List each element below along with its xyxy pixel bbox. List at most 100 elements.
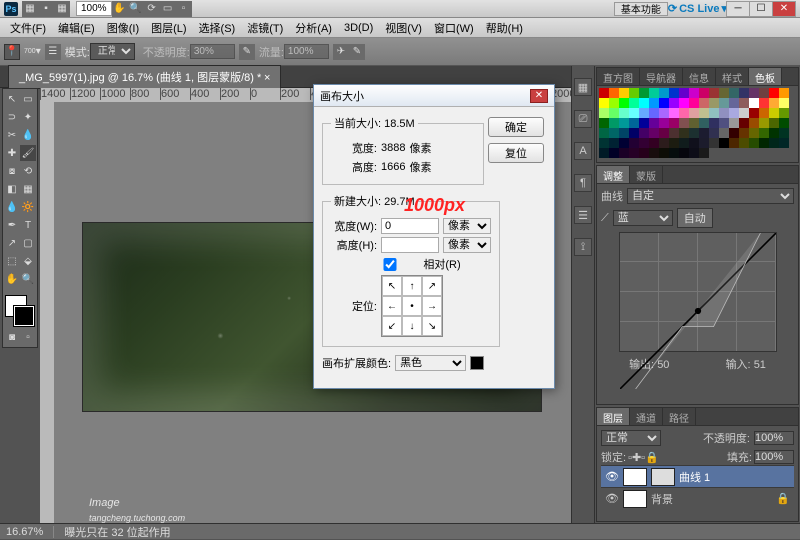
swatch[interactable] xyxy=(699,108,709,118)
swatch[interactable] xyxy=(779,108,789,118)
swatch[interactable] xyxy=(689,148,699,158)
swatch[interactable] xyxy=(639,108,649,118)
hand-icon[interactable]: ✋ xyxy=(112,1,128,17)
airbrush-icon[interactable]: ✈ xyxy=(333,44,349,60)
swatch[interactable] xyxy=(779,138,789,148)
heal-tool[interactable]: ✚ xyxy=(4,145,20,161)
swatch[interactable] xyxy=(689,118,699,128)
swatch[interactable] xyxy=(639,98,649,108)
swatch[interactable] xyxy=(749,118,759,128)
swatch[interactable] xyxy=(739,128,749,138)
swatch[interactable] xyxy=(609,138,619,148)
swatch[interactable] xyxy=(719,88,729,98)
layer-fill[interactable] xyxy=(754,450,794,464)
tab-3[interactable]: 样式 xyxy=(716,68,749,85)
pressure-size-icon[interactable]: ✎ xyxy=(349,44,365,60)
menu-image[interactable]: 图像(I) xyxy=(101,20,145,36)
swatch[interactable] xyxy=(599,88,609,98)
swatch[interactable] xyxy=(729,88,739,98)
swatch[interactable] xyxy=(749,128,759,138)
width-unit[interactable]: 像素 xyxy=(443,218,491,234)
cslive-button[interactable]: ⟳ CS Live ▾ xyxy=(668,2,727,15)
height-unit[interactable]: 像素 xyxy=(443,237,491,253)
swatch[interactable] xyxy=(729,138,739,148)
swatch[interactable] xyxy=(749,108,759,118)
swatch[interactable] xyxy=(649,128,659,138)
swatch[interactable] xyxy=(739,138,749,148)
swatch[interactable] xyxy=(689,108,699,118)
swatch[interactable] xyxy=(639,148,649,158)
swatch[interactable] xyxy=(599,108,609,118)
swatch[interactable] xyxy=(629,108,639,118)
swatch[interactable] xyxy=(609,148,619,158)
swatch[interactable] xyxy=(749,138,759,148)
swatch[interactable] xyxy=(599,98,609,108)
opacity-input[interactable] xyxy=(190,44,235,59)
3d-camera-tool[interactable]: ⬙ xyxy=(20,253,36,269)
layer-name[interactable]: 背景 xyxy=(651,491,673,507)
swatch[interactable] xyxy=(629,88,639,98)
swatch[interactable] xyxy=(619,98,629,108)
swatch[interactable] xyxy=(629,148,639,158)
tab-0[interactable]: 直方图 xyxy=(597,68,640,85)
swatch[interactable] xyxy=(679,138,689,148)
ext-color-swatch[interactable] xyxy=(470,356,484,370)
mask-thumb[interactable] xyxy=(651,468,675,486)
swatch[interactable] xyxy=(609,108,619,118)
swatch[interactable] xyxy=(669,118,679,128)
brush-tool[interactable]: 🖌 xyxy=(20,145,36,161)
swatch[interactable] xyxy=(749,88,759,98)
history-panel-icon[interactable]: ▦ xyxy=(574,78,592,96)
shape-tool[interactable]: ▢ xyxy=(20,235,36,251)
swatch[interactable] xyxy=(739,88,749,98)
swatch[interactable] xyxy=(759,98,769,108)
screen-icon[interactable]: ▫ xyxy=(176,1,192,17)
swatch[interactable] xyxy=(679,108,689,118)
3d-tool[interactable]: ⬚ xyxy=(4,253,20,269)
anchor-grid[interactable]: ↖↑↗←•→↙↓↘ xyxy=(381,275,443,337)
swatch[interactable] xyxy=(729,128,739,138)
tab-close-icon[interactable]: × xyxy=(264,72,270,84)
maximize-button[interactable]: ☐ xyxy=(749,1,773,17)
swatch[interactable] xyxy=(649,88,659,98)
visibility-icon[interactable]: 👁 xyxy=(605,492,619,506)
swatch[interactable] xyxy=(709,128,719,138)
curves-graph[interactable] xyxy=(619,232,777,352)
swatch[interactable] xyxy=(599,128,609,138)
swatch[interactable] xyxy=(659,88,669,98)
layer-name[interactable]: 曲线 1 xyxy=(679,469,710,485)
menu-edit[interactable]: 编辑(E) xyxy=(52,20,101,36)
swatch[interactable] xyxy=(699,88,709,98)
swatch[interactable] xyxy=(639,118,649,128)
ok-button[interactable]: 确定 xyxy=(488,117,544,137)
swatch[interactable] xyxy=(729,98,739,108)
swatch[interactable] xyxy=(769,108,779,118)
menu-select[interactable]: 选择(S) xyxy=(193,20,242,36)
tab-4[interactable]: 色板 xyxy=(749,68,782,85)
swatch[interactable] xyxy=(699,128,709,138)
marquee-tool[interactable]: ▭ xyxy=(20,91,36,107)
dodge-tool[interactable]: 🔆 xyxy=(20,199,36,215)
menu-window[interactable]: 窗口(W) xyxy=(428,20,480,36)
swatch[interactable] xyxy=(639,138,649,148)
brush-panel-icon2[interactable]: ⟟ xyxy=(574,238,592,256)
swatch[interactable] xyxy=(649,118,659,128)
history-brush-tool[interactable]: ⟲ xyxy=(20,163,36,179)
swatch[interactable] xyxy=(779,128,789,138)
swatch[interactable] xyxy=(649,108,659,118)
swatch[interactable] xyxy=(599,138,609,148)
swatch[interactable] xyxy=(599,148,609,158)
swatch[interactable] xyxy=(729,118,739,128)
arrange-icon[interactable]: ▭ xyxy=(160,1,176,17)
layer-blend[interactable]: 正常 xyxy=(601,430,661,446)
swatch[interactable] xyxy=(709,138,719,148)
swatch[interactable] xyxy=(689,128,699,138)
swatch[interactable] xyxy=(729,108,739,118)
swatch[interactable] xyxy=(669,88,679,98)
swatch[interactable] xyxy=(719,108,729,118)
swatch[interactable] xyxy=(779,118,789,128)
blend-mode-select[interactable]: 正常 xyxy=(90,43,135,60)
menu-3d[interactable]: 3D(D) xyxy=(338,22,379,34)
swatch[interactable] xyxy=(709,98,719,108)
swatch[interactable] xyxy=(629,98,639,108)
